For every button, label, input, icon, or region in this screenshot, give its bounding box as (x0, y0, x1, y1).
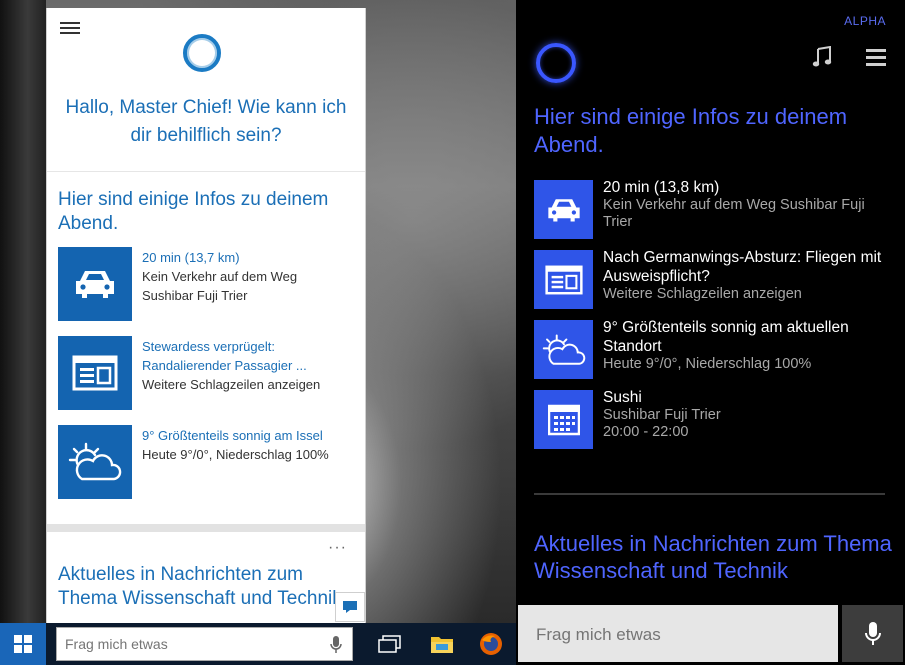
feedback-icon[interactable] (335, 592, 365, 622)
microphone-icon[interactable] (842, 605, 903, 662)
list-item[interactable]: Nach Germanwings-Absturz: Fliegen mit Au… (603, 248, 893, 303)
wallpaper-edge (0, 0, 46, 623)
divider (534, 493, 885, 495)
weather-link[interactable]: 9° Größtenteils sonnig am Issel (142, 426, 352, 445)
weather-detail: Heute 9°/0°, Niederschlag 100% (603, 356, 812, 372)
card-separator (47, 524, 365, 532)
traffic-link[interactable]: 20 min (13,7 km) (142, 248, 352, 267)
cortana-panel-light: Hallo, Master Chief! Wie kann ich dir be… (46, 8, 366, 623)
section-title: Hier sind einige Infos zu deinem Abend. (534, 104, 848, 157)
windows-start-icon[interactable] (0, 623, 46, 665)
microphone-icon[interactable] (330, 636, 342, 659)
weather-detail: Heute 9°/0°, Niederschlag 100% (142, 447, 329, 462)
news-icon[interactable] (534, 250, 593, 309)
weather-title: 9° Größtenteils sonnig am aktuellen Stan… (603, 319, 849, 355)
news-card-title: Aktuelles in Nachrichten zum Thema Wisse… (58, 564, 342, 609)
calendar-icon[interactable] (534, 390, 593, 449)
taskbar (0, 623, 517, 665)
hamburger-menu-icon[interactable] (866, 49, 886, 70)
list-item: Stewardess verprügelt: Randalierender Pa… (142, 337, 352, 394)
headlines-more: Weitere Schlagzeilen anzeigen (603, 286, 802, 302)
search-input[interactable] (534, 605, 828, 664)
music-note-icon[interactable] (812, 45, 832, 73)
list-item[interactable]: 20 min (13,8 km) Kein Verkehr auf dem We… (603, 178, 893, 231)
traffic-detail: Kein Verkehr auf dem Weg Sushibar Fuji T… (142, 269, 298, 303)
section-title: Hier sind einige Infos zu deinem Abend. (58, 189, 329, 234)
cortana-logo-icon (183, 34, 221, 72)
cortana-logo-icon (536, 43, 576, 83)
firefox-icon[interactable] (467, 623, 515, 665)
cortana-search-box[interactable] (518, 605, 838, 664)
news-icon[interactable] (58, 336, 132, 410)
traffic-title: 20 min (13,8 km) (603, 179, 720, 196)
greeting-text: Hallo, Master Chief! Wie kann ich dir be… (65, 97, 347, 146)
divider (47, 171, 365, 172)
headline-link[interactable]: Stewardess verprügelt: Randalierender Pa… (142, 337, 352, 375)
list-item: 9° Größtenteils sonnig am Issel Heute 9°… (142, 426, 352, 464)
hamburger-menu-icon[interactable] (60, 22, 80, 36)
task-view-icon[interactable] (366, 623, 414, 665)
car-icon[interactable] (58, 247, 132, 321)
list-item[interactable]: Sushi Sushibar Fuji Trier 20:00 - 22:00 (603, 388, 893, 441)
file-explorer-icon[interactable] (418, 623, 466, 665)
more-options-icon[interactable]: ··· (328, 539, 347, 557)
traffic-detail: Kein Verkehr auf dem Weg Sushibar Fuji T… (603, 197, 865, 230)
news-title: Aktuelles in Nachrichten zum Thema Wisse… (534, 531, 892, 583)
search-input[interactable] (63, 628, 317, 660)
list-item[interactable]: 9° Größtenteils sonnig am aktuellen Stan… (603, 318, 893, 373)
list-item: 20 min (13,7 km) Kein Verkehr auf dem We… (142, 248, 352, 305)
cortana-panel-dark: ALPHA Hier sind einige Infos zu deinem A… (516, 0, 905, 665)
weather-icon[interactable] (58, 425, 132, 499)
calendar-event-title: Sushi (603, 389, 642, 406)
weather-icon[interactable] (534, 320, 593, 379)
headlines-more: Weitere Schlagzeilen anzeigen (142, 377, 321, 392)
calendar-event-location: Sushibar Fuji Trier (603, 407, 721, 423)
taskbar-search-box[interactable] (56, 627, 353, 661)
car-icon[interactable] (534, 180, 593, 239)
headline-title: Nach Germanwings-Absturz: Fliegen mit Au… (603, 249, 882, 285)
alpha-badge: ALPHA (844, 14, 886, 28)
calendar-event-time: 20:00 - 22:00 (603, 424, 689, 440)
